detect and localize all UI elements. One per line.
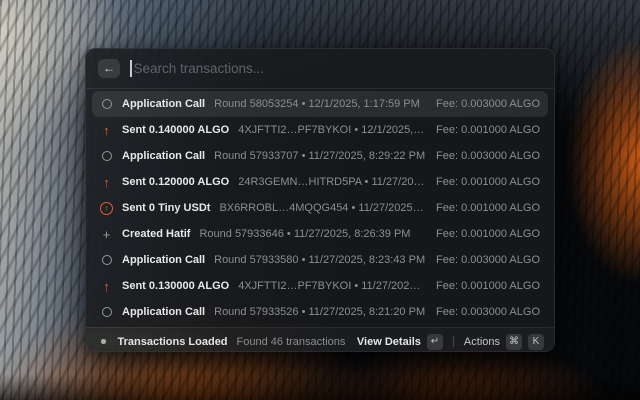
- actions-button[interactable]: Actions ⌘ K: [464, 334, 544, 350]
- transaction-row[interactable]: Application Call Round 57933526 • 11/27/…: [92, 299, 548, 325]
- extension-dot-icon: [101, 339, 106, 344]
- transaction-detail: Round 57933526 • 11/27/2025, 8:21:20 PM: [214, 306, 426, 318]
- transaction-detail: Round 57933707 • 11/27/2025, 8:29:22 PM: [214, 150, 426, 162]
- status-footer: Transactions Loaded Found 46 transaction…: [86, 327, 554, 352]
- transaction-title: Sent 0.130000 ALGO: [122, 280, 229, 292]
- search-bar: ←: [86, 49, 554, 89]
- transaction-title: Application Call: [122, 98, 205, 110]
- transaction-detail: Round 57933646 • 11/27/2025, 8:26:39 PM: [199, 228, 426, 240]
- enter-key-icon: ↵: [427, 334, 443, 350]
- transaction-title: Application Call: [122, 306, 205, 318]
- transaction-detail: BX6RROBL…4MQQG454 • 11/27/2025, 8:29:16 …: [219, 202, 426, 214]
- created-plus-icon: +: [100, 228, 113, 241]
- transaction-fee: Fee: 0.003000 ALGO: [436, 306, 540, 318]
- transaction-row[interactable]: Application Call Round 58053254 • 12/1/2…: [92, 91, 548, 117]
- application-call-icon: [100, 150, 113, 163]
- asset-sent-circle-arrow-icon: ↑: [100, 202, 113, 215]
- transaction-search-window: ← Application Call Round 58053254 • 12/1…: [85, 48, 555, 352]
- transaction-fee: Fee: 0.001000 ALGO: [436, 228, 540, 240]
- transaction-row[interactable]: ↑ Sent 0 Tiny USDt BX6RROBL…4MQQG454 • 1…: [92, 195, 548, 221]
- transaction-fee: Fee: 0.001000 ALGO: [436, 280, 540, 292]
- sent-arrow-icon: ↑: [100, 124, 113, 137]
- sent-arrow-icon: ↑: [100, 176, 113, 189]
- transaction-row[interactable]: Application Call Round 57933580 • 11/27/…: [92, 247, 548, 273]
- application-call-icon: [100, 98, 113, 111]
- transaction-detail: 4XJFTTI2…PF7BYKOI • 11/27/2025, 8:23:43 …: [238, 280, 426, 292]
- transaction-row[interactable]: Application Call Round 57933707 • 11/27/…: [92, 143, 548, 169]
- application-call-icon: [100, 254, 113, 267]
- transaction-title: Sent 0 Tiny USDt: [122, 202, 210, 214]
- transaction-row[interactable]: ↑ Sent 0.120000 ALGO 24R3GEMN…HITRD5PA •…: [92, 169, 548, 195]
- transaction-detail: Round 58053254 • 12/1/2025, 1:17:59 PM: [214, 98, 426, 110]
- transaction-detail: 24R3GEMN…HITRD5PA • 11/27/2025, 8:29:22 …: [238, 176, 426, 188]
- status-detail: Found 46 transactions: [237, 336, 346, 348]
- transaction-title: Created Hatif: [122, 228, 190, 240]
- view-details-button[interactable]: View Details ↵: [357, 334, 443, 350]
- transaction-list: Application Call Round 58053254 • 12/1/2…: [86, 89, 554, 327]
- transaction-detail: 4XJFTTI2…PF7BYKOI • 12/1/2025, 1:17:59 P…: [238, 124, 426, 136]
- transaction-fee: Fee: 0.003000 ALGO: [436, 150, 540, 162]
- transaction-row[interactable]: ↑ Sent 0.140000 ALGO 4XJFTTI2…PF7BYKOI •…: [92, 117, 548, 143]
- footer-divider: [453, 336, 454, 347]
- search-input-wrap: [130, 60, 542, 77]
- view-details-label: View Details: [357, 336, 421, 348]
- status-title: Transactions Loaded: [118, 336, 228, 348]
- transaction-title: Application Call: [122, 150, 205, 162]
- search-input[interactable]: [132, 61, 543, 76]
- actions-label: Actions: [464, 336, 500, 348]
- application-call-icon: [100, 306, 113, 319]
- sent-arrow-icon: ↑: [100, 280, 113, 293]
- transaction-title: Sent 0.140000 ALGO: [122, 124, 229, 136]
- transaction-fee: Fee: 0.001000 ALGO: [436, 202, 540, 214]
- transaction-fee: Fee: 0.003000 ALGO: [436, 98, 540, 110]
- k-key-icon: K: [528, 334, 544, 350]
- transaction-detail: Round 57933580 • 11/27/2025, 8:23:43 PM: [214, 254, 426, 266]
- transaction-fee: Fee: 0.003000 ALGO: [436, 254, 540, 266]
- command-key-icon: ⌘: [506, 334, 522, 350]
- transaction-title: Application Call: [122, 254, 205, 266]
- back-button[interactable]: ←: [98, 59, 120, 78]
- wallpaper-bottom-fade: [0, 374, 640, 400]
- transaction-row[interactable]: ↑ Sent 0.130000 ALGO 4XJFTTI2…PF7BYKOI •…: [92, 273, 548, 299]
- transaction-fee: Fee: 0.001000 ALGO: [436, 124, 540, 136]
- transaction-fee: Fee: 0.001000 ALGO: [436, 176, 540, 188]
- transaction-title: Sent 0.120000 ALGO: [122, 176, 229, 188]
- transaction-row[interactable]: + Created Hatif Round 57933646 • 11/27/2…: [92, 221, 548, 247]
